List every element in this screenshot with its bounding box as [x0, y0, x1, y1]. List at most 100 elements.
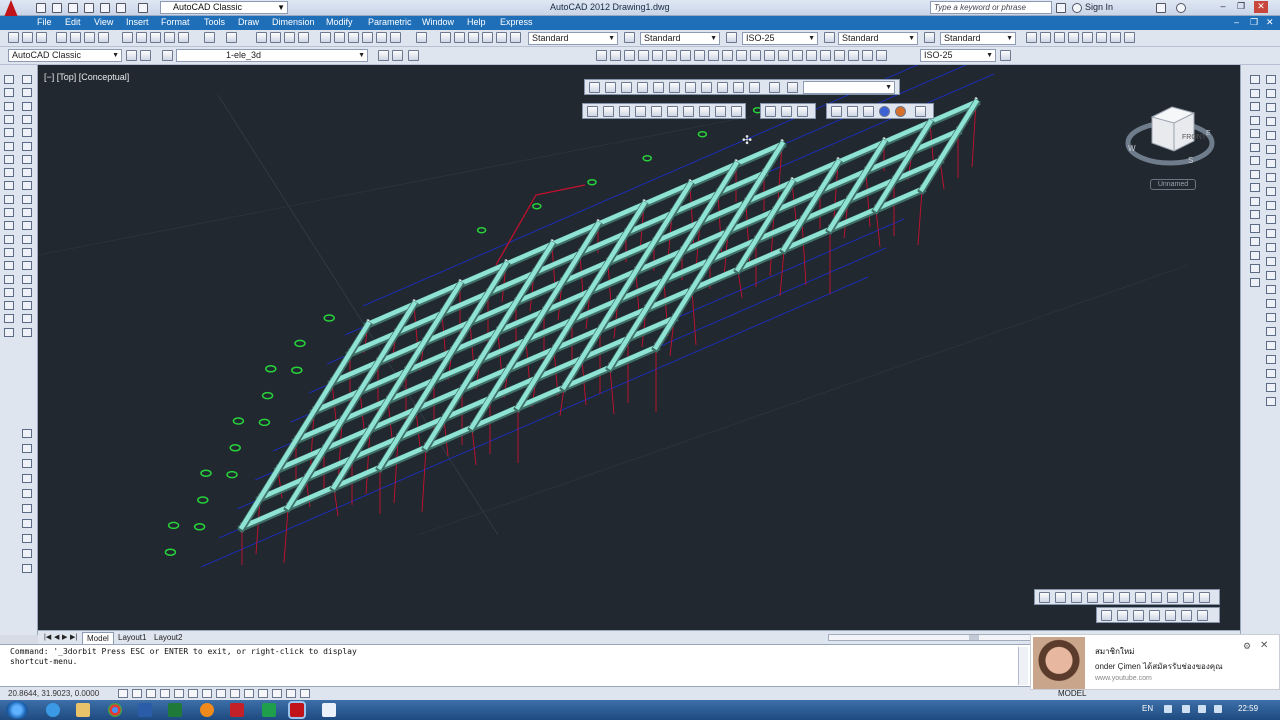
tool-palettes-icon[interactable] [348, 32, 359, 43]
aligned-dim-icon[interactable] [610, 50, 621, 61]
match-properties-icon[interactable] [164, 32, 175, 43]
clip-icon[interactable] [731, 106, 742, 117]
3d-tool-icon[interactable] [1266, 383, 1276, 392]
redo-icon[interactable] [226, 32, 237, 43]
3d-tool-icon[interactable] [1266, 201, 1276, 210]
light-tool-icon[interactable] [1181, 610, 1192, 621]
file-explorer-icon[interactable] [76, 703, 90, 717]
viewcube[interactable]: FRONT W S E [1124, 97, 1216, 177]
3d-tool-icon[interactable] [1266, 271, 1276, 280]
menu-insert[interactable]: Insert [126, 17, 149, 27]
join-icon[interactable] [22, 247, 32, 257]
menu-modify[interactable]: Modify [326, 17, 353, 27]
left-view-icon[interactable] [637, 82, 648, 93]
polar-tracking-icon[interactable] [174, 689, 184, 698]
language-indicator[interactable]: EN [1142, 704, 1153, 713]
arc-icon[interactable] [468, 32, 479, 43]
excel-icon[interactable] [168, 703, 182, 717]
publish-icon[interactable] [84, 32, 95, 43]
tab-model[interactable]: Model [82, 632, 114, 644]
ordinate-dim-icon[interactable] [638, 50, 649, 61]
hatch-icon[interactable] [4, 261, 14, 271]
dynamic-ucs-icon[interactable] [230, 689, 240, 698]
view-tool-icon[interactable] [1250, 250, 1260, 260]
dynamic-input-icon[interactable] [244, 689, 254, 698]
customize-icon[interactable] [140, 50, 151, 61]
image-icon[interactable] [22, 474, 32, 483]
field-icon[interactable] [22, 504, 32, 513]
3d-tool-icon[interactable] [1266, 397, 1276, 406]
gradient-icon[interactable] [4, 274, 14, 284]
diameter-dim-icon[interactable] [680, 50, 691, 61]
ellipse-arc-icon[interactable] [4, 208, 14, 217]
layer-previous-icon[interactable] [392, 50, 403, 61]
insert-icon[interactable] [22, 429, 32, 438]
trim-icon[interactable] [22, 194, 32, 204]
walk-icon[interactable] [667, 106, 678, 117]
flag-icon[interactable] [1182, 705, 1190, 713]
camera-icon[interactable] [769, 82, 780, 93]
render-tool-icon[interactable] [1039, 592, 1050, 603]
insert-block-icon[interactable] [4, 221, 14, 231]
zoom-previous-icon[interactable] [298, 32, 309, 43]
doc-close-button[interactable]: ✕ [1266, 17, 1274, 28]
menu-file[interactable]: File [37, 17, 52, 27]
spline-icon[interactable] [482, 32, 493, 43]
make-block-icon[interactable] [4, 234, 14, 244]
view-tool-icon[interactable] [1250, 223, 1260, 233]
visual-style-dropdown[interactable]: Standard ▼ [940, 32, 1016, 45]
workspace-dropdown[interactable]: AutoCAD Classic ▼ [160, 1, 288, 14]
text-style-icon[interactable] [624, 32, 635, 43]
3d-tool-icon[interactable] [1266, 327, 1276, 336]
dim-style-dropdown-2[interactable]: ISO-25 ▼ [920, 49, 996, 62]
adjust-distance-icon[interactable] [635, 106, 646, 117]
se-iso-icon[interactable] [717, 82, 728, 93]
conceptual-icon[interactable] [895, 106, 906, 117]
copy-icon[interactable] [136, 32, 147, 43]
markup-icon[interactable] [376, 32, 387, 43]
layers-icon[interactable] [1026, 32, 1037, 43]
view-tool-icon[interactable] [1250, 196, 1260, 206]
snap-mode-icon[interactable] [132, 689, 142, 698]
add-selected-icon[interactable] [4, 327, 14, 337]
menu-view[interactable]: View [94, 17, 113, 27]
light-tool-icon[interactable] [1149, 610, 1160, 621]
jogged-dim-icon[interactable] [666, 50, 677, 61]
menu-format[interactable]: Format [161, 17, 190, 27]
pan-3d-icon[interactable] [715, 106, 726, 117]
hyperlink-icon[interactable] [22, 534, 32, 543]
close-icon[interactable]: ✕ [1260, 640, 1268, 651]
visual-styles-manager-icon[interactable] [915, 106, 926, 117]
wireframe-2d-icon[interactable] [831, 106, 842, 117]
render-tool-icon[interactable] [1199, 592, 1210, 603]
viewport-controls-label[interactable]: [−] [Top] [Conceptual] [44, 72, 129, 82]
command-line[interactable]: Command: '_3dorbit Press ESC or ENTER to… [0, 644, 1030, 686]
3d-tool-icon[interactable] [1266, 75, 1276, 84]
spline-icon[interactable] [4, 181, 14, 191]
tab-layout1[interactable]: Layout1 [114, 632, 150, 644]
explode-icon[interactable] [22, 301, 32, 311]
dimension-style-icon[interactable] [726, 32, 737, 43]
layer-isolate-icon[interactable] [1082, 32, 1093, 43]
ortho-mode-icon[interactable] [160, 689, 170, 698]
break-icon[interactable] [22, 234, 32, 244]
view-tool-icon[interactable] [1250, 156, 1260, 165]
zoom-icon[interactable] [787, 82, 798, 93]
3d-tool-icon[interactable] [1266, 145, 1276, 154]
stretch-icon[interactable] [22, 181, 32, 191]
arc-length-icon[interactable] [624, 50, 635, 61]
render-tool-icon[interactable] [1103, 592, 1114, 603]
render-tool-icon[interactable] [1151, 592, 1162, 603]
3d-tool-icon[interactable] [1266, 299, 1276, 308]
3d-tool-icon[interactable] [1266, 355, 1276, 364]
linear-dim-icon[interactable] [596, 50, 607, 61]
chrome-icon[interactable] [108, 703, 122, 717]
copy-icon[interactable] [22, 88, 32, 98]
design-center-icon[interactable] [334, 32, 345, 43]
ole-icon[interactable] [22, 519, 32, 528]
ucs-icon[interactable] [765, 106, 776, 117]
render-tool-icon[interactable] [1119, 592, 1130, 603]
bottom-view-icon[interactable] [621, 82, 632, 93]
gear-icon[interactable]: ⚙ [1243, 641, 1251, 652]
ne-iso-icon[interactable] [733, 82, 744, 93]
